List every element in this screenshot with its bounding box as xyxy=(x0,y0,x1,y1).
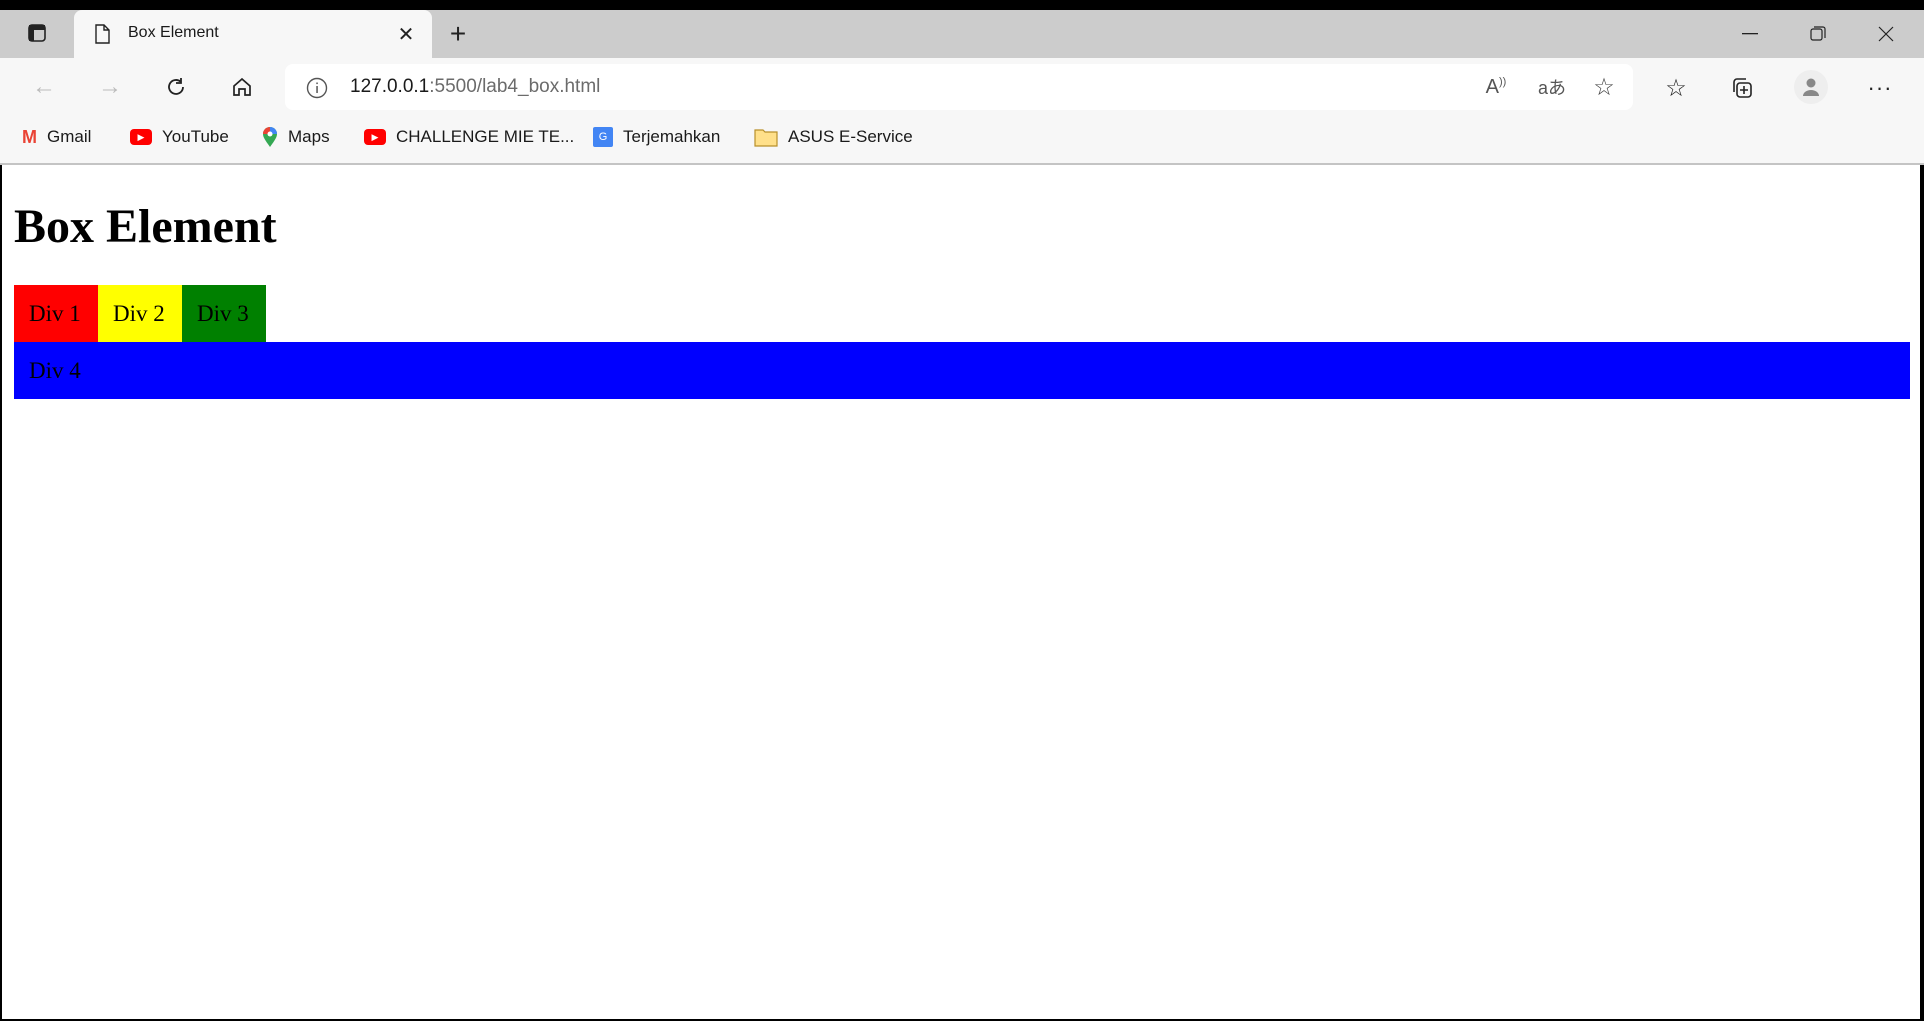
bookmark-terjemahkan[interactable]: G Terjemahkan xyxy=(593,124,720,150)
div-3: Div 3 xyxy=(182,285,266,342)
div-2: Div 2 xyxy=(98,285,182,342)
page-content: Box Element Div 1 Div 2 Div 3 Div 4 xyxy=(2,165,1920,1019)
restore-icon[interactable] xyxy=(1806,22,1830,46)
div-4: Div 4 xyxy=(14,342,1910,399)
bookmark-label: Terjemahkan xyxy=(623,127,721,146)
youtube-icon: ▶ xyxy=(364,129,386,145)
bookmark-asus[interactable]: ASUS E-Service xyxy=(754,124,913,150)
bookmark-label: YouTube xyxy=(162,127,229,146)
add-favorite-icon[interactable]: ☆ xyxy=(1591,74,1617,101)
site-info-icon[interactable] xyxy=(305,76,329,100)
bookmark-label: Maps xyxy=(288,127,330,146)
sidebar-tabs-icon[interactable] xyxy=(26,22,48,44)
url-host: 127.0.0.1 xyxy=(350,76,430,97)
favorites-icon[interactable]: ☆ xyxy=(1662,74,1690,102)
address-bar[interactable]: 127.0.0.1:5500/lab4_box.html A)) aあ ☆ xyxy=(285,64,1633,110)
bookmark-label: Gmail xyxy=(47,127,92,146)
folder-icon xyxy=(754,129,778,147)
bookmark-challenge[interactable]: ▶ CHALLENGE MIE TE... xyxy=(364,124,574,150)
back-icon[interactable]: ← xyxy=(32,73,56,100)
youtube-icon: ▶ xyxy=(130,129,152,145)
url-path: :5500/lab4_box.html xyxy=(429,76,601,97)
profile-icon[interactable] xyxy=(1794,70,1828,104)
close-tab-icon[interactable]: ✕ xyxy=(396,24,416,46)
home-icon[interactable] xyxy=(230,75,254,99)
translate-icon: G xyxy=(593,127,613,147)
page-heading: Box Element xyxy=(14,200,277,253)
bookmark-gmail[interactable]: M Gmail xyxy=(22,124,91,150)
forward-icon[interactable]: → xyxy=(98,73,122,100)
tab-title: Box Element xyxy=(128,24,219,41)
new-tab-icon[interactable]: + xyxy=(446,18,470,49)
reload-icon[interactable] xyxy=(164,75,188,99)
bookmark-maps[interactable]: Maps xyxy=(262,124,330,150)
document-icon xyxy=(92,23,112,45)
minimize-icon[interactable] xyxy=(1738,22,1762,46)
bookmark-youtube[interactable]: ▶ YouTube xyxy=(130,124,229,150)
close-window-icon[interactable] xyxy=(1874,22,1898,46)
translate-page-icon[interactable]: aあ xyxy=(1537,74,1567,100)
active-tab[interactable]: Box Element ✕ xyxy=(74,10,432,58)
more-options-icon[interactable]: ··· xyxy=(1866,74,1894,102)
read-aloud-icon[interactable]: A)) xyxy=(1483,74,1509,100)
url-text[interactable]: 127.0.0.1:5500/lab4_box.html xyxy=(350,76,600,98)
collections-icon[interactable] xyxy=(1728,74,1756,102)
maps-icon xyxy=(263,127,277,147)
bookmark-label: CHALLENGE MIE TE... xyxy=(396,127,575,146)
gmail-icon: M xyxy=(22,126,37,147)
div-1: Div 1 xyxy=(14,285,98,342)
bookmark-label: ASUS E-Service xyxy=(788,127,913,146)
